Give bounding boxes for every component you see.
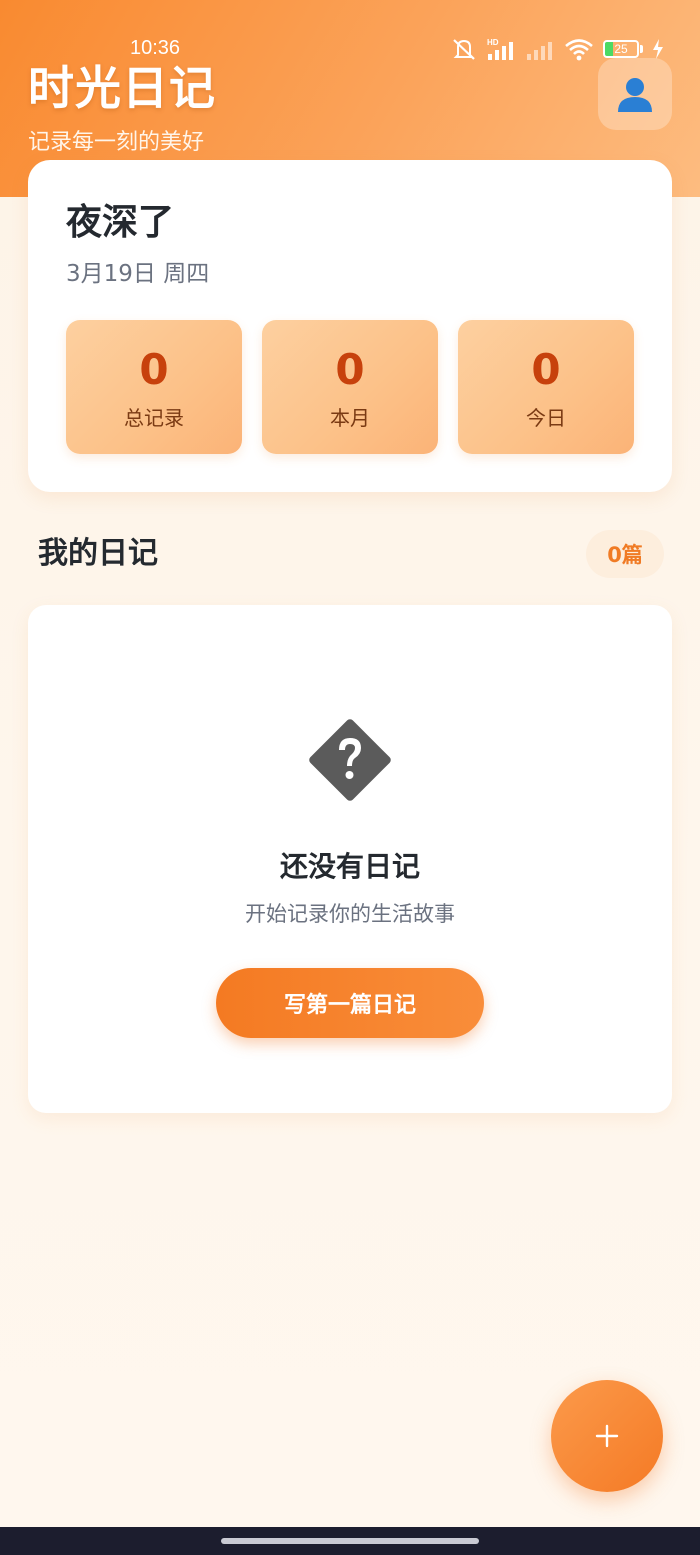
svg-text:HD: HD: [487, 38, 499, 47]
person-icon: [618, 78, 652, 112]
stat-month-label: 本月: [330, 406, 370, 430]
signal-icon: [527, 42, 552, 60]
mute-icon: [453, 39, 475, 60]
question-diamond-icon: [309, 719, 391, 801]
app-title: 时光日记: [28, 61, 216, 115]
system-nav-bar: [0, 1527, 700, 1555]
battery-level: 25: [603, 40, 639, 58]
charging-icon: [653, 39, 663, 59]
stat-today: 0 今日: [458, 320, 634, 454]
section-title: 我的日记: [38, 536, 158, 571]
status-time: 10:36: [130, 37, 181, 59]
stat-total-label: 总记录: [124, 406, 184, 430]
battery-icon: 25: [603, 40, 643, 58]
write-first-diary-button[interactable]: 写第一篇日记: [216, 968, 484, 1038]
empty-state-title: 还没有日记: [279, 850, 420, 883]
empty-state-subtitle: 开始记录你的生活故事: [245, 902, 455, 926]
add-diary-fab[interactable]: [551, 1380, 663, 1492]
summary-card: 夜深了 3月19日 周四 0 总记录 0 本月 0 今日: [28, 160, 672, 492]
profile-button[interactable]: [598, 58, 672, 130]
plus-icon: [595, 1424, 619, 1448]
current-date: 3月19日 周四: [66, 261, 210, 287]
greeting-text: 夜深了: [66, 202, 175, 243]
stat-today-label: 今日: [526, 406, 566, 430]
wifi-icon: [565, 39, 593, 61]
app-subtitle: 记录每一刻的美好: [28, 130, 205, 155]
empty-state-card: 还没有日记 开始记录你的生活故事 写第一篇日记: [28, 605, 672, 1113]
stat-month-value: 0: [335, 345, 365, 394]
home-gesture-handle[interactable]: [221, 1538, 479, 1544]
stat-month: 0 本月: [262, 320, 438, 454]
diary-count-badge: 0篇: [586, 530, 664, 578]
stat-total-value: 0: [139, 345, 169, 394]
status-bar: 10:36 HD 25: [0, 0, 700, 61]
hd-signal-icon: HD: [487, 38, 513, 60]
stat-total: 0 总记录: [66, 320, 242, 454]
stat-today-value: 0: [531, 345, 561, 394]
